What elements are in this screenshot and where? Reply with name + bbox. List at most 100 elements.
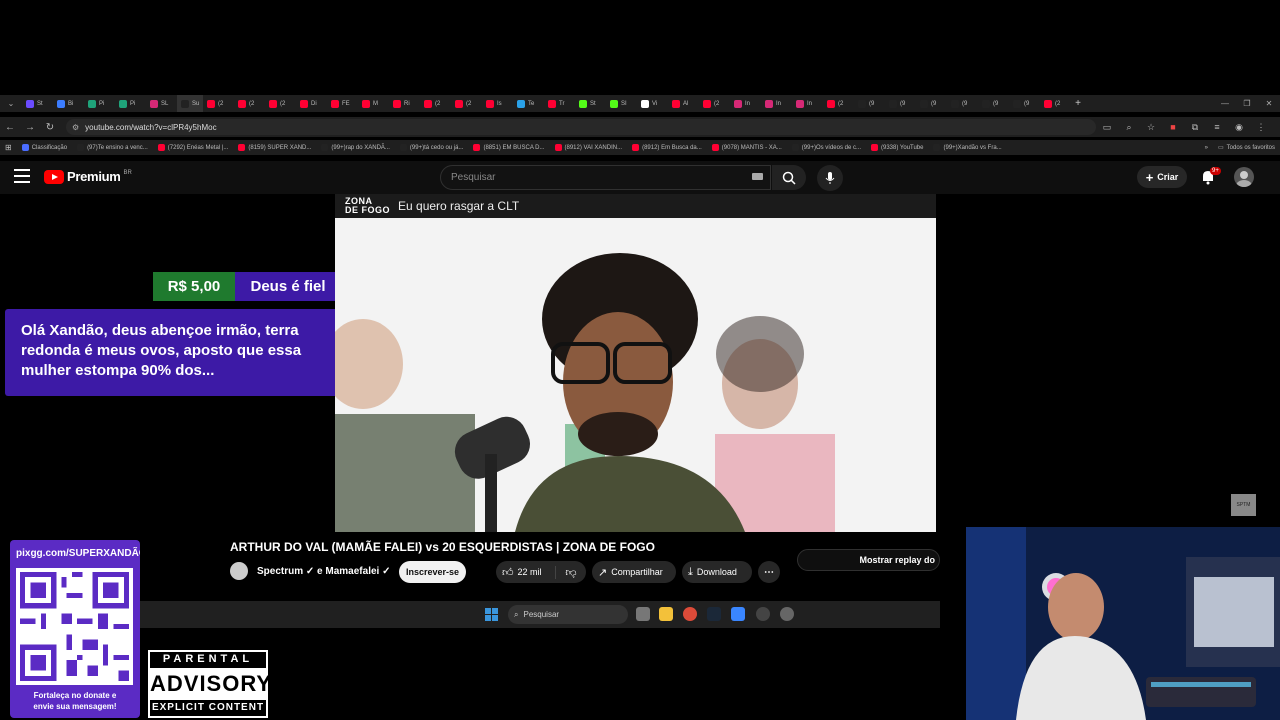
browser-tab[interactable]: (9 <box>978 95 1009 112</box>
browser-tab[interactable]: Di <box>296 95 327 112</box>
bookmark-item[interactable]: (8912) Em Busca da... <box>627 144 707 151</box>
bookmark-item[interactable]: (8851) EM BUSCA D... <box>468 144 549 151</box>
task-view-icon[interactable] <box>636 607 650 621</box>
bookmark-item[interactable]: (8912) VAI XANDIN... <box>550 144 628 151</box>
channel-names[interactable]: Spectrum ✓ e Mamaefalei ✓ <box>257 566 390 577</box>
bookmark-item[interactable]: (99+)rap do XANDÃ... <box>316 144 395 151</box>
profile-icon[interactable]: ◉ <box>1228 122 1250 133</box>
settings-gear-icon[interactable] <box>780 607 794 621</box>
tab-favicon-icon <box>610 99 618 108</box>
obs-icon[interactable] <box>756 607 770 621</box>
video-player[interactable]: ZONA DE FOGO Eu quero rasgar a CLT <box>335 194 936 532</box>
browser-tab[interactable]: (2 <box>699 95 730 112</box>
browser-tab[interactable]: SI <box>606 95 637 112</box>
hamburger-menu-icon[interactable] <box>14 169 30 183</box>
reload-button[interactable]: ↻ <box>40 122 60 133</box>
search-button[interactable] <box>772 165 806 190</box>
minimize-button[interactable]: — <box>1214 99 1236 108</box>
browser-tab[interactable]: Bi <box>53 95 84 112</box>
browser-tab[interactable]: St <box>22 95 53 112</box>
steam-icon[interactable] <box>707 607 721 621</box>
browser-tab[interactable]: Pi <box>115 95 146 112</box>
bookmark-item[interactable]: (99+)Xandão vs Fra... <box>928 144 1006 151</box>
browser-tab[interactable]: Su <box>177 95 203 112</box>
browser-tab[interactable]: SL <box>146 95 177 112</box>
bookmarks-overflow-icon[interactable]: » <box>1200 145 1213 151</box>
browser-tab[interactable]: St <box>575 95 606 112</box>
browser-tab[interactable]: (9 <box>947 95 978 112</box>
browser-tab[interactable]: In <box>761 95 792 112</box>
browser-tab[interactable]: Is <box>482 95 513 112</box>
extension-icon[interactable]: ■ <box>1162 122 1184 132</box>
back-button[interactable]: ← <box>0 122 20 133</box>
browser-tab[interactable]: (9 <box>1009 95 1040 112</box>
new-tab-button[interactable]: + <box>1071 98 1085 109</box>
browser-tab[interactable]: In <box>730 95 761 112</box>
bookmark-item[interactable]: (9078) MANTIS - XA... <box>707 144 787 151</box>
extensions-puzzle-icon[interactable]: ⧉ <box>1184 122 1206 133</box>
dislike-button[interactable]: 👎︎ <box>556 566 586 579</box>
app-icon[interactable] <box>731 607 745 621</box>
download-button[interactable]: ⤓ Download <box>682 561 752 583</box>
reading-list-icon[interactable]: ≡ <box>1206 122 1228 132</box>
taskbar-search-input[interactable]: ⌕ Pesquisar <box>508 605 628 624</box>
browser-tab[interactable]: (2 <box>265 95 296 112</box>
bookmark-star-icon[interactable]: ☆ <box>1140 122 1162 133</box>
bookmark-item[interactable]: (7292) Enéas Metal |... <box>153 144 234 151</box>
browser-tab[interactable]: (2 <box>1040 95 1071 112</box>
browser-tab[interactable]: (2 <box>234 95 265 112</box>
like-button[interactable]: 👍︎ 22 mil <box>496 565 556 579</box>
forward-button[interactable]: → <box>20 122 40 133</box>
install-icon[interactable]: ▭ <box>1096 122 1118 133</box>
tab-label: Su <box>192 100 200 107</box>
browser-tab[interactable]: (9 <box>885 95 916 112</box>
youtube-premium-logo[interactable]: Premium BR <box>44 169 132 184</box>
bookmark-item[interactable]: (99+)Os vídeos de c... <box>787 144 866 151</box>
bookmark-item[interactable]: (97)Te ensino a venc... <box>72 144 153 151</box>
browser-tab[interactable]: FE <box>327 95 358 112</box>
browser-tab[interactable]: (2 <box>420 95 451 112</box>
tab-favicon-icon <box>734 99 742 108</box>
browser-tab[interactable]: Ri <box>389 95 420 112</box>
search-input[interactable]: Pesquisar <box>440 165 771 190</box>
apps-grid-icon[interactable]: ⊞ <box>0 143 17 152</box>
browser-tab[interactable]: (9 <box>916 95 947 112</box>
bookmark-label: (99+)Xandão vs Fra... <box>943 144 1002 151</box>
channel-avatar[interactable] <box>230 562 248 580</box>
browser-tab[interactable]: Tr <box>544 95 575 112</box>
create-button[interactable]: + Criar <box>1137 166 1187 188</box>
keyboard-icon[interactable] <box>752 173 763 180</box>
browser-tab[interactable]: In <box>792 95 823 112</box>
browser-tab[interactable]: Te <box>513 95 544 112</box>
chrome-icon[interactable] <box>683 607 697 621</box>
browser-tab[interactable]: Al <box>668 95 699 112</box>
subscribe-button[interactable]: Inscrever-se <box>399 561 466 583</box>
browser-tab[interactable]: (2 <box>823 95 854 112</box>
browser-tab[interactable]: M <box>358 95 389 112</box>
bookmark-item[interactable]: (8159) SUPER XAND... <box>233 144 316 151</box>
bookmark-item[interactable]: Classificação <box>17 144 72 151</box>
bookmark-item[interactable]: (9338) YouTube <box>866 144 928 151</box>
browser-tab[interactable]: (2 <box>203 95 234 112</box>
avatar[interactable] <box>1234 167 1254 187</box>
all-bookmarks-folder[interactable]: ▭ Todos os favoritos <box>1213 144 1280 152</box>
voice-search-button[interactable] <box>817 165 843 191</box>
maximize-button[interactable]: ❐ <box>1236 99 1258 108</box>
browser-tab[interactable]: Vi <box>637 95 668 112</box>
bookmark-item[interactable]: (99+)tá cedo ou já... <box>395 144 469 151</box>
share-button[interactable]: ↗ Compartilhar <box>592 561 676 583</box>
address-bar[interactable]: ⚙ youtube.com/watch?v=clPR4y5hMoc <box>66 119 1096 135</box>
windows-start-icon[interactable] <box>485 608 498 621</box>
tab-search-icon[interactable]: ⌄ <box>0 99 22 108</box>
browser-menu-icon[interactable]: ⋮ <box>1250 122 1272 133</box>
file-explorer-icon[interactable] <box>659 607 673 621</box>
browser-tab[interactable]: Pi <box>84 95 115 112</box>
show-chat-replay-button[interactable]: Mostrar replay do <box>797 549 940 571</box>
site-info-icon[interactable]: ⚙ <box>72 123 79 132</box>
browser-tab[interactable]: (9 <box>854 95 885 112</box>
close-window-button[interactable]: ✕ <box>1258 99 1280 108</box>
channel-watermark[interactable]: SPTM <box>1231 494 1256 516</box>
more-actions-button[interactable]: ⋯ <box>758 561 780 583</box>
browser-tab[interactable]: (2 <box>451 95 482 112</box>
zoom-icon[interactable]: ⌕ <box>1118 122 1140 133</box>
